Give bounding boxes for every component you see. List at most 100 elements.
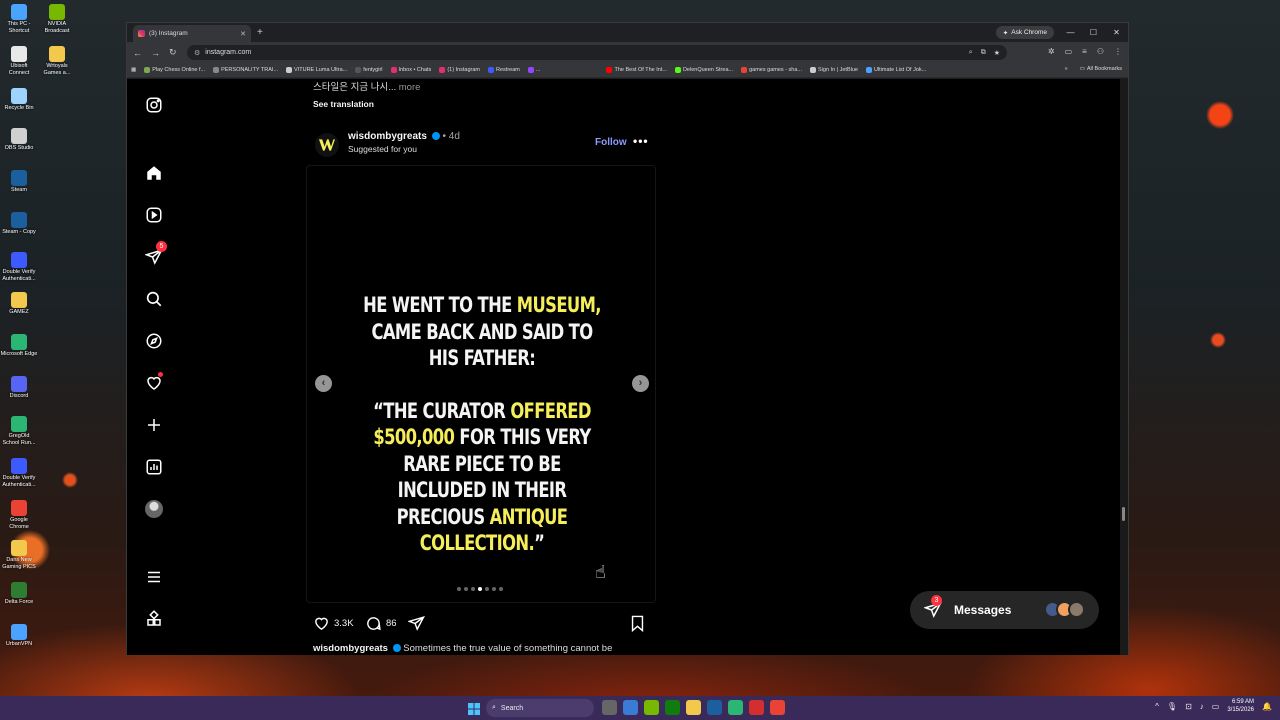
back-icon[interactable]: ← <box>133 48 142 58</box>
desktop-icon[interactable]: Delta Force <box>0 582 38 606</box>
like-button[interactable]: 3.3K <box>313 615 354 632</box>
desktop-icon[interactable]: Microsoft Edge <box>0 334 38 358</box>
close-window-icon[interactable]: ✕ <box>1105 23 1128 42</box>
network-icon[interactable]: ⊡ <box>1185 702 1192 711</box>
bookmark-item[interactable]: VITURE Luma Ultra... <box>286 67 347 73</box>
dashboard-icon[interactable] <box>144 457 164 477</box>
xbox-icon[interactable] <box>665 700 680 715</box>
bookmark-item[interactable]: The Best Of The Int... <box>606 67 667 73</box>
ask-chrome-button[interactable]: ✦ Ask Chrome <box>995 26 1054 39</box>
extensions-icon[interactable]: ✲ <box>1048 47 1055 56</box>
reels-icon[interactable] <box>144 205 164 225</box>
bookmark-item[interactable]: games games - sha... <box>741 67 802 73</box>
address-bar[interactable]: ⚙ instagram.com ⌕ ⧉ ★ <box>187 45 1007 60</box>
desktop-icon[interactable]: UrbanVPN <box>0 624 38 648</box>
post-options-icon[interactable]: ••• <box>633 134 649 148</box>
carousel-next-button[interactable]: › <box>632 375 649 392</box>
desktop-icon[interactable]: GregOld School Run... <box>0 416 38 447</box>
share-button[interactable] <box>408 615 425 632</box>
desktop-icon[interactable]: OBS Studio <box>0 128 38 152</box>
carousel-prev-button[interactable]: ‹ <box>315 375 332 392</box>
mic-icon[interactable]: 🎙 <box>1167 702 1177 711</box>
minimize-icon[interactable]: — <box>1059 23 1082 42</box>
file-explorer-icon[interactable] <box>686 700 701 715</box>
desktop-icon[interactable]: Double Verify Authenticati... <box>0 252 38 283</box>
all-bookmarks[interactable]: ▭ All Bookmarks <box>1080 66 1122 72</box>
reload-icon[interactable]: ↻ <box>169 47 177 58</box>
explore-icon[interactable] <box>144 331 164 351</box>
save-button[interactable] <box>630 615 645 632</box>
close-tab-icon[interactable]: ✕ <box>240 30 246 38</box>
post-media[interactable]: HE WENT TO THE MUSEUM, CAME BACK AND SAI… <box>306 165 656 603</box>
sidepanel-icon[interactable]: ▭ <box>1065 47 1073 56</box>
battery-icon[interactable]: ▭ <box>1212 702 1220 711</box>
bookmark-item[interactable]: (1) Instagram <box>439 67 480 73</box>
desktop-icon[interactable]: Discord <box>0 376 38 400</box>
nvidia-icon[interactable] <box>644 700 659 715</box>
desktop-icon[interactable]: NVIDIA Broadcast <box>38 4 76 35</box>
install-app-icon[interactable]: ⧉ <box>981 49 986 57</box>
desktop-icon[interactable]: Wrtoyals Games a... <box>38 46 76 77</box>
task-view-icon[interactable] <box>602 700 617 715</box>
edge-icon[interactable] <box>728 700 743 715</box>
page-scrollbar[interactable] <box>1120 79 1128 655</box>
also-from-meta-icon[interactable] <box>144 609 164 629</box>
post-author[interactable]: wisdombygreats • 4d <box>348 131 460 142</box>
profile-icon[interactable]: ⚇ <box>1097 47 1104 56</box>
bookmark-item[interactable]: Play Chess Online f... <box>144 67 205 73</box>
caption-author[interactable]: wisdombygreats <box>313 643 388 654</box>
apps-icon[interactable]: ▦ <box>131 67 136 73</box>
bookmark-item[interactable]: DelenQueen Strea... <box>674 67 733 73</box>
desktop-icon[interactable]: GAMEZ <box>0 292 38 316</box>
desktop-icon[interactable]: Google Chrome <box>0 500 38 531</box>
more-bookmarks-icon[interactable]: » <box>1065 66 1068 72</box>
more-link[interactable]: more <box>399 82 421 93</box>
steam-icon[interactable] <box>707 700 722 715</box>
clock[interactable]: 6:59 AM 3/15/2026 <box>1227 698 1254 714</box>
taskbar-search[interactable]: ⌕ Search <box>486 699 594 717</box>
media-icon[interactable]: ≡ <box>1082 47 1087 56</box>
instagram-logo-icon[interactable] <box>144 95 164 115</box>
profile-avatar[interactable] <box>144 499 164 519</box>
create-plus-icon[interactable] <box>144 415 164 435</box>
tray-chevron-icon[interactable]: ^ <box>1155 702 1159 711</box>
scrollbar-thumb[interactable] <box>1122 507 1125 521</box>
comment-button[interactable]: 86 <box>365 615 397 632</box>
more-menu-icon[interactable] <box>144 567 164 587</box>
site-info-icon[interactable]: ⚙ <box>194 49 200 57</box>
bookmark-item[interactable]: Sign In | JetBlue <box>810 67 858 73</box>
zoom-icon[interactable]: ⌕ <box>969 49 973 57</box>
author-name[interactable]: wisdombygreats <box>348 131 427 142</box>
messages-pill[interactable]: 3 Messages <box>910 591 1099 629</box>
app-icon[interactable] <box>749 700 764 715</box>
desktop-icon[interactable]: Double Verify Authenticati... <box>0 458 38 489</box>
menu-icon[interactable]: ⋮ <box>1114 47 1122 56</box>
bookmark-item[interactable]: ... <box>527 67 540 73</box>
author-avatar[interactable] <box>315 133 339 157</box>
bookmark-item[interactable]: fentygirl <box>355 67 383 73</box>
bookmark-item[interactable]: Restream <box>488 67 520 73</box>
volume-icon[interactable]: ♪ <box>1200 702 1204 711</box>
bookmark-star-icon[interactable]: ★ <box>994 49 1000 57</box>
notifications-bell-icon[interactable]: 🔔 <box>1262 702 1272 711</box>
forward-icon[interactable]: → <box>151 48 160 58</box>
windows-start-icon[interactable] <box>468 702 480 720</box>
desktop-icon[interactable]: Recycle Bin <box>0 88 38 112</box>
maximize-icon[interactable]: ☐ <box>1082 23 1105 42</box>
bookmark-item[interactable]: Ultimate List Of Jok... <box>865 67 926 73</box>
bookmark-item[interactable]: PERSONALITY TRAI... <box>213 67 278 73</box>
desktop-icon[interactable]: Ubisoft Connect <box>0 46 38 77</box>
notifications-heart-icon[interactable] <box>144 372 164 393</box>
chrome-icon[interactable] <box>770 700 785 715</box>
desktop-icon[interactable]: Steam <box>0 170 38 194</box>
settings-icon[interactable] <box>623 700 638 715</box>
follow-button[interactable]: Follow <box>595 137 627 148</box>
direct-messages-icon[interactable]: 5 <box>144 241 167 267</box>
new-tab-button[interactable]: + <box>257 27 263 38</box>
bookmark-item[interactable]: Inbox • Chats <box>390 67 431 73</box>
desktop-icon[interactable]: Steam - Copy <box>0 212 38 236</box>
search-icon[interactable] <box>144 289 164 309</box>
desktop-icon[interactable]: This PC - Shortcut <box>0 4 38 35</box>
desktop-icon[interactable]: Dans New Gaming PICS <box>0 540 38 571</box>
home-icon[interactable] <box>144 163 164 183</box>
